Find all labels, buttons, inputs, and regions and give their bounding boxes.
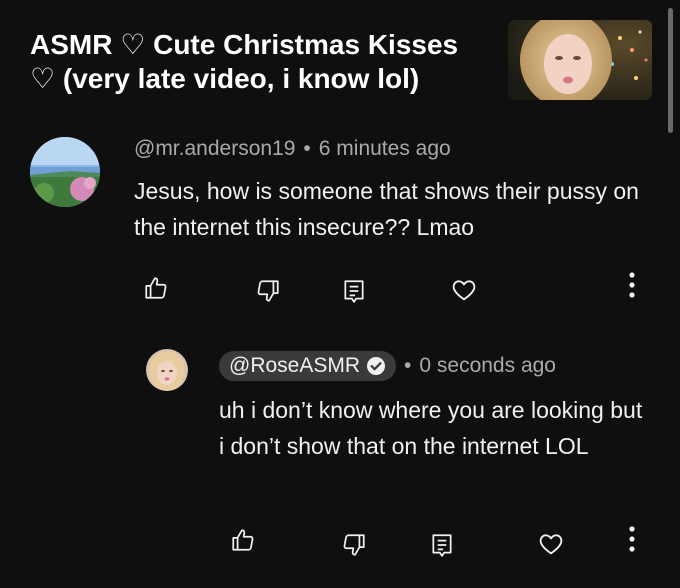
reply-dislike-button[interactable] (336, 527, 372, 563)
thumbs-up-icon (230, 527, 256, 553)
heart-icon (450, 276, 478, 304)
more-vertical-icon (628, 271, 636, 299)
reply-author: @RoseASMR (229, 354, 361, 377)
reply-avatar[interactable] (146, 349, 188, 391)
thumbs-up-icon (143, 275, 169, 301)
reply-like-button[interactable] (225, 522, 261, 558)
dislike-button[interactable] (250, 273, 286, 309)
heart-button[interactable] (446, 272, 482, 308)
comment-icon (429, 532, 455, 558)
reply-more-button[interactable] (614, 521, 650, 557)
comment-more-button[interactable] (614, 267, 650, 303)
video-thumbnail[interactable] (508, 20, 652, 100)
comment-author[interactable]: @mr.anderson19 (134, 137, 295, 161)
reply-meta: @RoseASMR • 0 seconds ago (219, 351, 556, 381)
thumbs-down-icon (255, 278, 281, 304)
separator-dot: • (404, 354, 412, 377)
video-title: ASMR ♡ Cute Christmas Kisses ♡ (very lat… (30, 29, 459, 94)
creator-channel-pill[interactable]: @RoseASMR (219, 351, 397, 381)
comment-icon (341, 278, 367, 304)
reply-heart-button[interactable] (533, 526, 569, 562)
more-vertical-icon (628, 525, 636, 553)
commenter-avatar[interactable] (30, 137, 100, 207)
reply-reply-button[interactable] (424, 527, 460, 563)
reply-button[interactable] (336, 273, 372, 309)
reply-timestamp: 0 seconds ago (419, 354, 556, 377)
thumbs-down-icon (341, 532, 367, 558)
separator-dot: • (303, 137, 311, 160)
comment-text: Jesus, how is someone that shows their p… (134, 178, 639, 240)
like-button[interactable] (138, 270, 174, 306)
verified-check-icon (366, 356, 386, 376)
heart-icon (537, 530, 565, 558)
comment-meta: @mr.anderson19 • 6 minutes ago (134, 137, 451, 161)
reply-text: uh i don’t know where you are looking bu… (219, 397, 643, 459)
scrollbar[interactable] (668, 8, 673, 133)
comment-timestamp: 6 minutes ago (318, 137, 451, 160)
